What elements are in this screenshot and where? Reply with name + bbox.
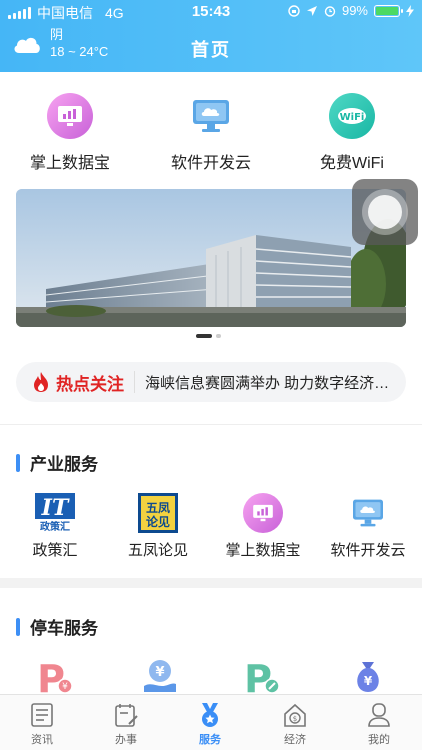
- section-title-text: 产业服务: [30, 455, 98, 474]
- profile-icon: [365, 701, 393, 729]
- policy-logo-icon: IT 政策汇: [35, 493, 75, 533]
- section-title-industry: 产业服务: [16, 450, 98, 475]
- carousel-dot[interactable]: [216, 334, 221, 338]
- status-bar: 中国电信 4G 15:43 99%: [0, 0, 422, 24]
- wifi-icon: WiFi: [329, 93, 375, 139]
- service-item-policy[interactable]: IT 政策汇 政策汇: [0, 493, 110, 560]
- svg-text:¥: ¥: [155, 665, 164, 680]
- hot-news-divider: [134, 371, 135, 393]
- parking-item-money[interactable]: ¥: [313, 656, 422, 696]
- cloud-monitor-icon: [348, 493, 388, 533]
- quick-item-data-treasure[interactable]: 掌上数据宝: [0, 93, 140, 173]
- hot-news-title: 热点关注: [56, 374, 124, 394]
- parking-item-pay[interactable]: P ¥: [0, 656, 110, 696]
- data-chart-icon: [243, 493, 283, 533]
- tab-services[interactable]: 服务: [168, 695, 252, 750]
- parking-item-hand[interactable]: ¥: [105, 656, 215, 696]
- svg-text:¥: ¥: [364, 674, 373, 688]
- hot-news-headline[interactable]: 海峡信息赛圆满举办 助力数字经济发展: [145, 372, 395, 393]
- hot-news-bar[interactable]: 热点关注 海峡信息赛圆满举办 助力数字经济发展: [16, 362, 406, 402]
- location-icon: [306, 5, 317, 16]
- tab-label: 经济: [284, 734, 306, 746]
- data-chart-icon: [47, 93, 93, 139]
- service-item-label: 政策汇: [32, 542, 78, 559]
- carousel-dot-active[interactable]: [196, 334, 212, 338]
- svg-text:IT: IT: [41, 495, 70, 521]
- cloud-monitor-icon: [188, 93, 234, 139]
- service-item-dev-cloud[interactable]: 软件开发云: [313, 493, 422, 560]
- battery-percent: 99%: [341, 3, 368, 18]
- quick-item-free-wifi[interactable]: WiFi 免费WiFi: [282, 93, 422, 173]
- battery-icon: [374, 4, 403, 17]
- service-item-data-treasure[interactable]: 掌上数据宝: [208, 493, 318, 560]
- news-icon: [28, 701, 56, 729]
- tab-label: 资讯: [31, 734, 53, 746]
- section-divider: [0, 424, 422, 425]
- tab-profile[interactable]: 我的: [337, 695, 421, 750]
- service-item-wufeng[interactable]: 五凤 论见 五凤论见: [103, 493, 213, 560]
- tab-label: 我的: [368, 734, 390, 746]
- tab-tasks[interactable]: 办事: [84, 695, 168, 750]
- svg-text:$: $: [293, 715, 297, 723]
- economy-house-icon: $: [281, 701, 309, 729]
- parking-item-edit[interactable]: P: [207, 656, 317, 696]
- section-divider: [0, 578, 422, 588]
- tab-label: 办事: [115, 734, 137, 746]
- service-item-label: 五凤论见: [127, 542, 188, 559]
- parking-edit-icon: P: [242, 656, 282, 696]
- rotation-lock-icon: [288, 4, 300, 17]
- section-title-parking: 停车服务: [16, 614, 98, 639]
- svg-text:WiFi: WiFi: [340, 112, 365, 123]
- alarm-icon: [324, 5, 336, 17]
- header-bar: 中国电信 4G 15:43 99% 阴 18 ~ 24°C 首页: [0, 0, 422, 72]
- svg-text:五凤: 五凤: [146, 501, 170, 515]
- tab-label: 服务: [199, 734, 221, 746]
- quick-item-label: 免费WiFi: [320, 155, 384, 172]
- task-icon: [112, 701, 140, 729]
- page-title: 首页: [191, 40, 231, 60]
- building-photo: [16, 189, 406, 327]
- tab-news[interactable]: 资讯: [0, 695, 84, 750]
- section-title-text: 停车服务: [30, 619, 98, 638]
- quick-item-dev-cloud[interactable]: 软件开发云: [141, 93, 281, 173]
- assistive-touch-button[interactable]: [352, 179, 418, 245]
- money-bag-icon: ¥: [348, 656, 388, 696]
- svg-text:¥: ¥: [62, 682, 68, 692]
- service-item-label: 软件开发云: [330, 542, 406, 559]
- carousel-indicator[interactable]: [196, 334, 221, 338]
- service-medal-icon: [196, 701, 224, 729]
- tab-economy[interactable]: $ 经济: [253, 695, 337, 750]
- yuan-hand-icon: ¥: [140, 656, 180, 696]
- parking-pay-icon: P ¥: [35, 656, 75, 696]
- quick-item-label: 软件开发云: [170, 155, 251, 172]
- flame-icon: [34, 372, 48, 392]
- svg-text:论见: 论见: [146, 514, 170, 529]
- bottom-tab-bar: 资讯 办事 服务 $ 经济 我的: [0, 694, 422, 750]
- banner-carousel[interactable]: [16, 189, 406, 327]
- wufeng-logo-icon: 五凤 论见: [138, 493, 178, 533]
- quick-access-row: 掌上数据宝 软件开发云 WiFi 免费WiFi: [0, 93, 422, 173]
- svg-text:政策汇: 政策汇: [40, 520, 70, 533]
- quick-item-label: 掌上数据宝: [29, 155, 110, 172]
- charging-icon: [406, 4, 414, 17]
- service-item-label: 掌上数据宝: [225, 542, 301, 559]
